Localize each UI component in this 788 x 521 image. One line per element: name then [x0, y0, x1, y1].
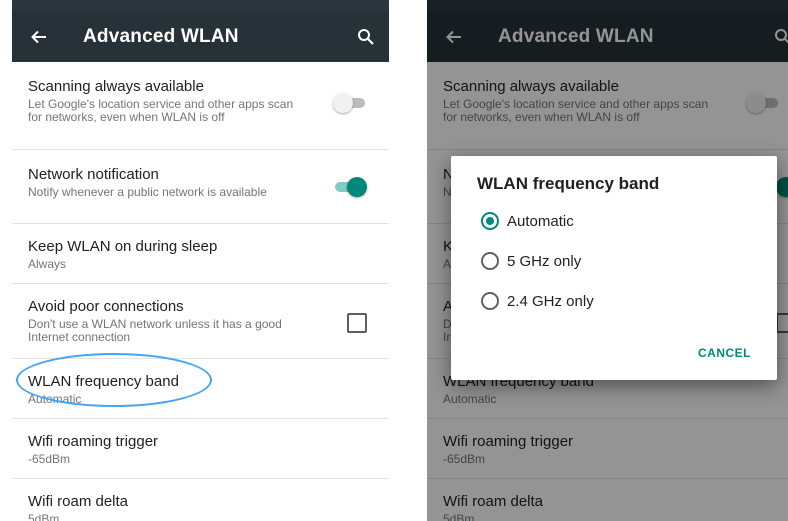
setting-wifi-roam-delta[interactable]: Wifi roam delta 5dBm: [12, 479, 389, 521]
radio-option-2-4ghz[interactable]: 2.4 GHz only: [481, 289, 594, 313]
setting-summary: -65dBm: [28, 452, 71, 466]
search-icon[interactable]: [357, 28, 375, 46]
setting-summary: 5dBm: [28, 512, 60, 521]
setting-summary: Let Google's location service and other …: [28, 97, 294, 124]
avoid-poor-connections-checkbox[interactable]: [347, 313, 367, 333]
scanning-toggle[interactable]: [333, 93, 367, 113]
setting-summary: Notify whenever a public network is avai…: [28, 185, 267, 199]
radio-option-5ghz[interactable]: 5 GHz only: [481, 249, 581, 273]
app-bar: Advanced WLAN: [12, 11, 389, 62]
setting-network-notification[interactable]: Network notification Notify whenever a p…: [12, 150, 389, 224]
network-notification-toggle[interactable]: [333, 177, 367, 197]
back-arrow-icon[interactable]: [30, 28, 48, 46]
setting-title: Wifi roam delta: [28, 493, 129, 510]
radio-option-automatic[interactable]: Automatic: [481, 209, 574, 233]
setting-avoid-poor-connections[interactable]: Avoid poor connections Don't use a WLAN …: [12, 284, 389, 359]
settings-screen-right: Advanced WLAN Scanning always available …: [427, 0, 788, 521]
settings-list: Scanning always available Let Google's l…: [12, 62, 389, 521]
setting-title: Keep WLAN on during sleep: [28, 238, 218, 255]
radio-label: 2.4 GHz only: [507, 292, 594, 310]
radio-label: Automatic: [507, 212, 574, 230]
page-title: Advanced WLAN: [83, 25, 239, 47]
frequency-band-dialog: WLAN frequency band Automatic 5 GHz only…: [451, 156, 777, 380]
setting-scanning-always-available[interactable]: Scanning always available Let Google's l…: [12, 62, 389, 150]
highlight-circle: [16, 353, 212, 407]
settings-screen-left: Advanced WLAN Scanning always available …: [12, 0, 389, 521]
setting-summary: Always: [28, 257, 67, 271]
cancel-button[interactable]: CANCEL: [698, 346, 751, 360]
radio-unchecked-icon[interactable]: [481, 292, 499, 310]
setting-keep-wlan-on[interactable]: Keep WLAN on during sleep Always: [12, 224, 389, 284]
dialog-title: WLAN frequency band: [477, 174, 660, 193]
setting-title: Avoid poor connections: [28, 298, 184, 315]
setting-title: Wifi roaming trigger: [28, 433, 159, 450]
status-bar: [12, 0, 389, 11]
setting-wifi-roaming-trigger[interactable]: Wifi roaming trigger -65dBm: [12, 419, 389, 479]
setting-summary: Don't use a WLAN network unless it has a…: [28, 317, 282, 344]
radio-label: 5 GHz only: [507, 252, 582, 270]
radio-unchecked-icon[interactable]: [481, 252, 499, 270]
radio-checked-icon[interactable]: [481, 212, 499, 230]
